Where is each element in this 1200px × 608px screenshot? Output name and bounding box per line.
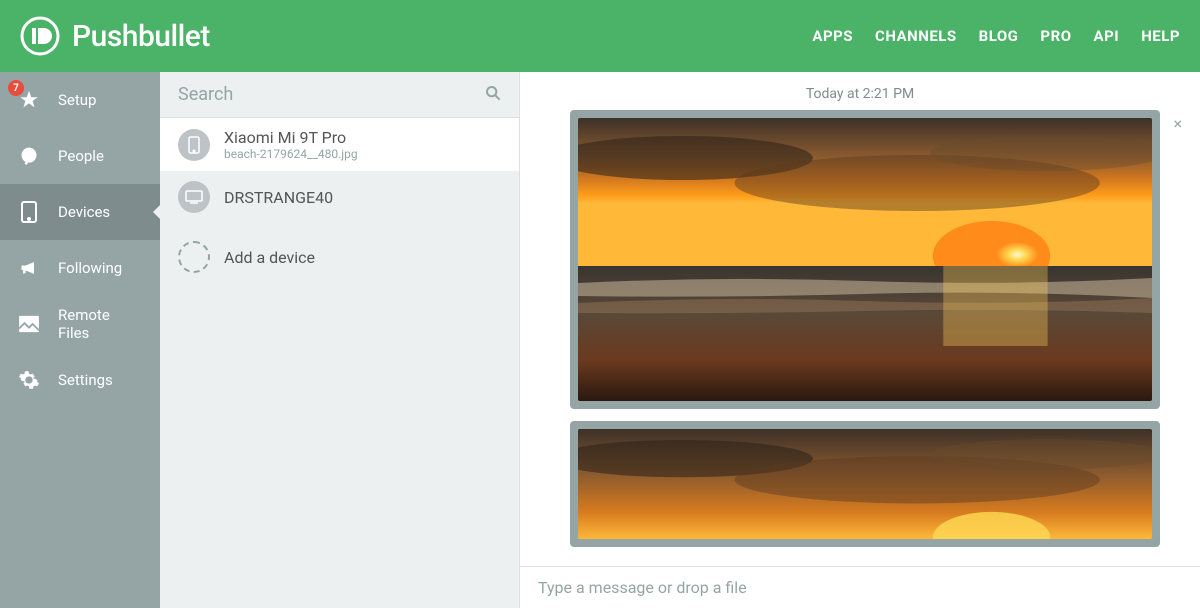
message-card[interactable] [570,421,1160,547]
phone-icon [18,201,40,223]
brand-name: Pushbullet [72,19,210,54]
device-list-panel: Xiaomi Mi 9T Pro beach-2179624__480.jpg … [160,72,520,608]
device-row[interactable]: DRSTRANGE40 [160,171,519,223]
message-list: × [520,110,1200,566]
sidebar-label: Settings [58,371,113,389]
search-icon[interactable] [485,85,501,105]
sidebar-item-following[interactable]: Following [0,240,160,296]
chat-icon [18,145,40,167]
sidebar-label: Following [58,259,122,277]
sidebar-item-settings[interactable]: Settings [0,352,160,408]
logo[interactable]: Pushbullet [20,16,210,56]
header: Pushbullet APPS CHANNELS BLOG PRO API HE… [0,0,1200,72]
nav-help[interactable]: HELP [1141,27,1180,45]
gear-icon [18,369,40,391]
notification-badge: 7 [8,80,24,96]
sidebar-item-setup[interactable]: 7 Setup [0,72,160,128]
sidebar-item-people[interactable]: People [0,128,160,184]
message-card[interactable]: × [570,110,1160,409]
logo-icon [20,16,60,56]
nav-channels[interactable]: CHANNELS [875,27,957,45]
monitor-icon [178,181,210,213]
sidebar-label: Remote Files [58,306,142,342]
device-row[interactable]: Xiaomi Mi 9T Pro beach-2179624__480.jpg [160,118,519,171]
device-name: Xiaomi Mi 9T Pro [224,128,358,147]
search-row [160,72,519,118]
compose-input[interactable] [538,578,1182,597]
top-nav: APPS CHANNELS BLOG PRO API HELP [812,27,1180,45]
dashed-circle-icon [178,241,210,273]
add-device-row[interactable]: Add a device [160,223,519,291]
content-panel: Today at 2:21 PM × [520,72,1200,608]
close-icon[interactable]: × [1173,114,1182,133]
image-attachment [578,118,1152,401]
device-name: DRSTRANGE40 [224,188,333,207]
sidebar-item-devices[interactable]: Devices [0,184,160,240]
sidebar: 7 Setup People Devices Following Remote … [0,72,160,608]
sidebar-label: People [58,147,104,165]
timestamp: Today at 2:21 PM [520,72,1200,110]
add-device-label: Add a device [224,248,315,267]
nav-apps[interactable]: APPS [812,27,853,45]
sidebar-item-remote-files[interactable]: Remote Files [0,296,160,352]
image-attachment [578,429,1152,539]
megaphone-icon [18,257,40,279]
device-subtitle: beach-2179624__480.jpg [224,147,358,161]
phone-icon [178,129,210,161]
sidebar-label: Devices [58,203,110,221]
nav-blog[interactable]: BLOG [979,27,1019,45]
search-input[interactable] [178,84,485,105]
nav-pro[interactable]: PRO [1040,27,1071,45]
image-icon [18,313,40,335]
nav-api[interactable]: API [1094,27,1120,45]
sidebar-label: Setup [58,91,96,109]
compose-bar [520,566,1200,608]
